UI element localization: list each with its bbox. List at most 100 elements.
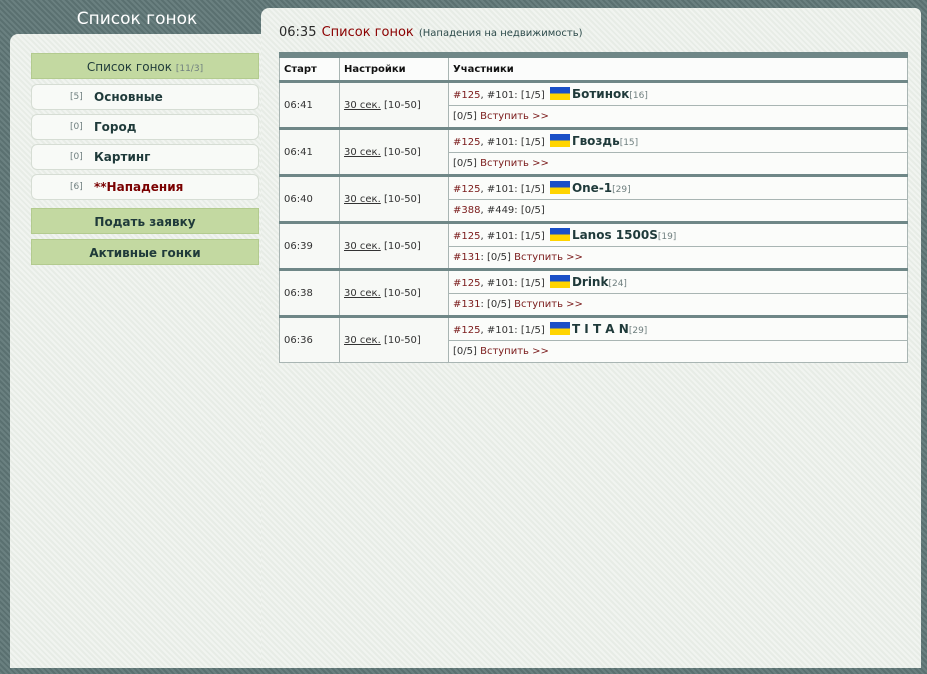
page-header: 06:35 Список гонок (Нападения на недвижи… xyxy=(279,22,583,40)
race-level-range: [10-50] xyxy=(380,193,421,205)
race-start-time: 06:38 xyxy=(279,268,340,317)
menu-item-label: Город xyxy=(94,120,137,134)
race-slot-id: #131 xyxy=(453,251,481,263)
submit-application-button[interactable]: Подать заявку xyxy=(31,208,259,234)
menu-item-karting[interactable]: [0] Картинг xyxy=(31,144,259,170)
race-timeout-link[interactable]: 30 сек. xyxy=(344,288,381,299)
race-level-range: [10-50] xyxy=(380,146,421,158)
race-slot-id: #131 xyxy=(453,298,481,310)
player-nick[interactable]: Гвоздь xyxy=(572,134,620,148)
race-slot-info: , #101: [1/5] xyxy=(480,89,545,101)
menu-item-count: [0] xyxy=(70,152,83,162)
race-settings: 30 сек. [10-50] xyxy=(339,80,449,129)
race-slot-id: #125 xyxy=(453,89,481,101)
menu-item-main[interactable]: [5] Основные xyxy=(31,84,259,110)
player-nick[interactable]: Lanos 1500S xyxy=(572,228,658,242)
race-slot-filled: #125, #101: [1/5] T I T A N[29] xyxy=(448,315,908,341)
race-timeout-link[interactable]: 30 сек. xyxy=(344,335,381,346)
race-slot-filled: #125, #101: [1/5] Lanos 1500S[19] xyxy=(448,221,908,247)
join-race-link[interactable]: Вступить >> xyxy=(511,299,583,310)
join-race-link[interactable]: Вступить >> xyxy=(477,158,549,169)
race-timeout-link[interactable]: 30 сек. xyxy=(344,147,381,158)
race-slot-id: #125 xyxy=(453,136,481,148)
ukraine-flag-icon xyxy=(549,274,570,288)
ukraine-flag-icon xyxy=(549,86,570,100)
race-slot-filled: #125, #101: [1/5] Гвоздь[15] xyxy=(448,127,908,153)
race-level-range: [10-50] xyxy=(380,334,421,346)
table-row: 06:41 30 сек. [10-50] #125, #101: [1/5] Бо… xyxy=(279,80,908,129)
menu-item-label: Картинг xyxy=(94,150,151,164)
menu-race-list-count: [11/3] xyxy=(175,64,204,74)
race-slot-open: [0/5] Вступить >> xyxy=(448,104,908,129)
menu-race-list-text: Список гонок [11/3] xyxy=(32,54,258,82)
join-race-link[interactable]: Вступить >> xyxy=(477,111,549,122)
player-nick[interactable]: Drink xyxy=(572,275,609,289)
menu-item-attacks[interactable]: [6] **Нападения xyxy=(31,174,259,200)
player-level: [19] xyxy=(657,231,677,242)
table-row: 06:41 30 сек. [10-50] #125, #101: [1/5] Гв… xyxy=(279,127,908,176)
column-header-participants: Участники xyxy=(448,54,908,82)
race-slot-filled: #125, #101: [1/5] Ботинок[16] xyxy=(448,80,908,106)
race-slot-open: #131: [0/5] Вступить >> xyxy=(448,245,908,270)
race-level-range: [10-50] xyxy=(380,99,421,111)
race-slot-info: , #101: [1/5] xyxy=(480,183,545,195)
player-level: [29] xyxy=(628,325,648,336)
race-start-time: 06:39 xyxy=(279,221,340,270)
player-level: [16] xyxy=(629,90,648,101)
race-timeout-link[interactable]: 30 сек. xyxy=(344,100,381,111)
menu-race-list[interactable]: Список гонок [11/3] xyxy=(31,53,259,79)
race-slot-open: #388, #449: [0/5] xyxy=(448,198,908,223)
race-start-time: 06:41 xyxy=(279,127,340,176)
race-level-range: [10-50] xyxy=(380,287,421,299)
race-slot-id: #388 xyxy=(453,204,481,216)
race-slot-filled: #125, #101: [1/5] One-1[29] xyxy=(448,174,908,200)
race-slot-id: #125 xyxy=(453,324,481,336)
menu-item-label: **Нападения xyxy=(94,180,184,194)
left-panel-title: Список гонок xyxy=(76,9,198,29)
table-row: 06:38 30 сек. [10-50] #125, #101: [1/5] Dr… xyxy=(279,268,908,317)
race-settings: 30 сек. [10-50] xyxy=(339,127,449,176)
player-nick[interactable]: T I T A N xyxy=(572,322,629,336)
race-slot-open: [0/5] Вступить >> xyxy=(448,339,908,364)
races-table: Старт Настройки Участники 06:41 30 сек. [… xyxy=(279,52,908,364)
race-start-time: 06:40 xyxy=(279,174,340,223)
menu-item-count: [6] xyxy=(70,182,83,192)
race-slot-open: #131: [0/5] Вступить >> xyxy=(448,292,908,317)
join-race-link[interactable]: Вступить >> xyxy=(511,252,583,263)
race-settings: 30 сек. [10-50] xyxy=(339,268,449,317)
ukraine-flag-icon xyxy=(549,321,570,335)
ukraine-flag-icon xyxy=(549,180,570,194)
active-races-label: Активные гонки xyxy=(89,246,201,260)
race-slot-filled: #125, #101: [1/5] Drink[24] xyxy=(448,268,908,294)
menu-item-city[interactable]: [0] Город xyxy=(31,114,259,140)
race-slot-info: , #449: [0/5] xyxy=(480,204,545,216)
table-row: 06:40 30 сек. [10-50] #125, #101: [1/5] On… xyxy=(279,174,908,223)
race-start-time: 06:41 xyxy=(279,80,340,129)
race-slot-info: , #101: [1/5] xyxy=(480,230,545,242)
ukraine-flag-icon xyxy=(549,227,570,241)
player-nick[interactable]: One-1 xyxy=(572,181,612,195)
race-slot-info: , #101: [1/5] xyxy=(480,136,545,148)
table-row: 06:36 30 сек. [10-50] #125, #101: [1/5] T … xyxy=(279,315,908,363)
race-slot-id: #125 xyxy=(453,230,481,242)
race-level-range: [10-50] xyxy=(380,240,421,252)
active-races-button[interactable]: Активные гонки xyxy=(31,239,259,265)
race-slot-info: [0/5] xyxy=(453,110,477,122)
join-race-link[interactable]: Вступить >> xyxy=(477,346,549,357)
race-settings: 30 сек. [10-50] xyxy=(339,221,449,270)
player-nick[interactable]: Ботинок xyxy=(572,87,629,101)
table-header-row: Старт Настройки Участники xyxy=(279,54,908,82)
column-header-settings: Настройки xyxy=(339,54,449,82)
race-slot-info: , #101: [1/5] xyxy=(480,277,545,289)
race-timeout-link[interactable]: 30 сек. xyxy=(344,241,381,252)
ukraine-flag-icon xyxy=(549,133,570,147)
race-slot-info: [0/5] xyxy=(453,157,477,169)
server-time: 06:35 xyxy=(279,25,317,40)
race-timeout-link[interactable]: 30 сек. xyxy=(344,194,381,205)
menu-race-list-label: Список гонок xyxy=(86,60,173,74)
player-level: [29] xyxy=(612,184,631,195)
race-start-time: 06:36 xyxy=(279,315,340,363)
page-subtitle: (Нападения на недвижимость) xyxy=(418,28,583,39)
race-slot-info: : [0/5] xyxy=(480,298,511,310)
race-slot-info: [0/5] xyxy=(453,345,477,357)
